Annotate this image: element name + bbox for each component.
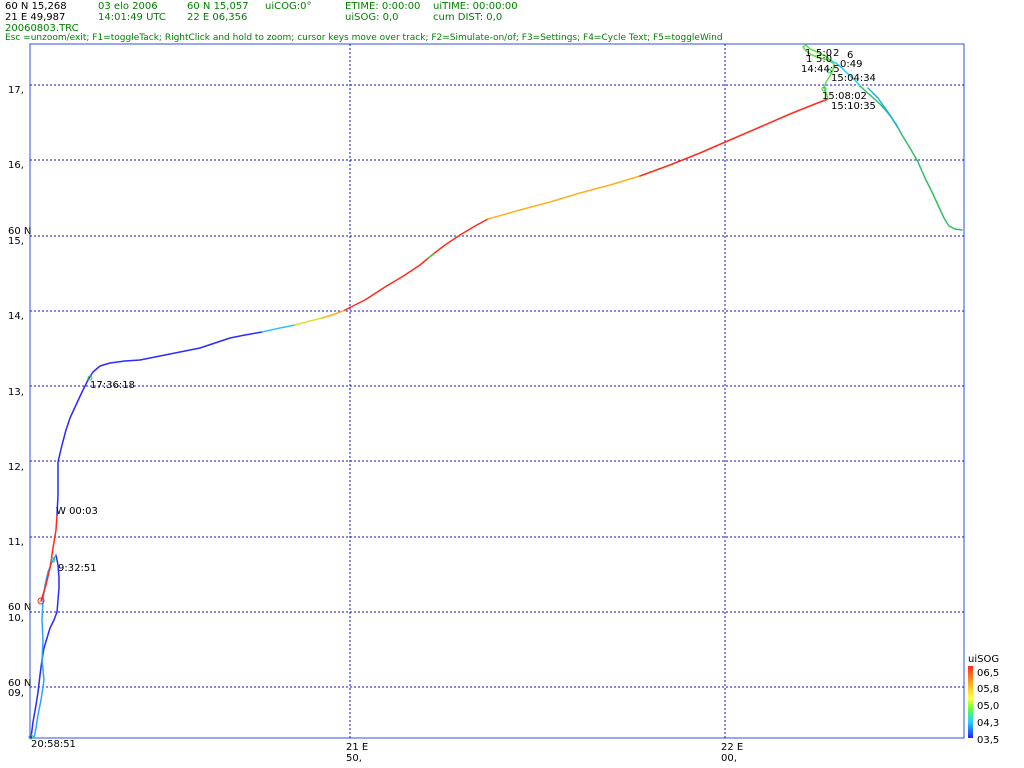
track-segment-east-cyan bbox=[261, 324, 296, 333]
x-tick-00: 00, bbox=[721, 753, 737, 764]
track-label-0932: 9:32:51 bbox=[58, 563, 97, 574]
track-segment-east-orange bbox=[321, 309, 346, 319]
speed-legend-tick-1: 06,5 bbox=[977, 668, 999, 679]
x-tick-50-degree: 21 E bbox=[346, 742, 368, 753]
speed-legend-tick-3: 05,0 bbox=[977, 701, 999, 712]
y-axis-labels: 17, 16, 60 N 15, 14, 13, 12, 11, 60 N 10… bbox=[8, 85, 31, 699]
track-segment-red-diagonal bbox=[344, 218, 489, 311]
speed-legend-tick-5: 03,5 bbox=[977, 735, 999, 746]
track-segment-east-yellow bbox=[294, 317, 323, 326]
y-tick-14: 14, bbox=[8, 311, 24, 322]
boat-track[interactable] bbox=[30, 44, 963, 739]
speed-legend-tick-4: 04,3 bbox=[977, 718, 999, 729]
x-tick-50: 50, bbox=[346, 753, 362, 764]
x-tick-00-degree: 22 E bbox=[721, 742, 743, 753]
y-tick-09: 09, bbox=[8, 688, 24, 699]
y-tick-10-prefix: 60 N bbox=[8, 602, 31, 613]
map-frame bbox=[29, 43, 965, 739]
track-markers bbox=[28, 68, 832, 740]
track-segment-north bbox=[56, 353, 171, 516]
y-tick-11: 11, bbox=[8, 537, 24, 548]
track-label-2058: 20:58:51 bbox=[31, 739, 76, 750]
track-segment-east-blue bbox=[169, 331, 263, 355]
track-label-cluster-e: 5:0 bbox=[816, 54, 832, 65]
speed-legend-tick-2: 05,8 bbox=[977, 684, 999, 695]
track-label-1510: 15:10:35 bbox=[831, 101, 876, 112]
track-label-cluster-f: 2 bbox=[833, 48, 839, 59]
track-map[interactable]: 17, 16, 60 N 15, 14, 13, 12, 11, 60 N 10… bbox=[0, 0, 1024, 768]
track-segment-ne-red bbox=[639, 98, 829, 177]
track-label-1736: 17:36:18 bbox=[90, 380, 135, 391]
track-label-cluster-g: 6 bbox=[847, 50, 853, 61]
track-time-labels: 17:36:18 W 00:03 9:32:51 20:58:51 15:08:… bbox=[31, 48, 876, 750]
track-label-1444: 14:44:5 bbox=[801, 64, 840, 75]
y-tick-16: 16, bbox=[8, 160, 24, 171]
speed-legend: uiSOG 06,5 05,8 05,0 04,3 03,5 bbox=[968, 654, 999, 746]
grid bbox=[30, 44, 964, 738]
speed-legend-gradient bbox=[968, 666, 973, 738]
speed-legend-title: uiSOG bbox=[968, 654, 999, 665]
x-axis-labels: 21 E 50, 22 E 00, bbox=[346, 742, 743, 764]
y-tick-15: 15, bbox=[8, 236, 24, 247]
y-tick-12: 12, bbox=[8, 462, 24, 473]
y-tick-17: 17, bbox=[8, 85, 24, 96]
track-segment-ne-orange bbox=[487, 175, 641, 220]
y-tick-10: 10, bbox=[8, 613, 24, 624]
y-tick-13: 13, bbox=[8, 387, 24, 398]
track-label-cluster-d: 1 bbox=[806, 54, 812, 65]
track-label-w0003: W 00:03 bbox=[56, 506, 98, 517]
track-segment-green-fleck bbox=[427, 253, 435, 259]
